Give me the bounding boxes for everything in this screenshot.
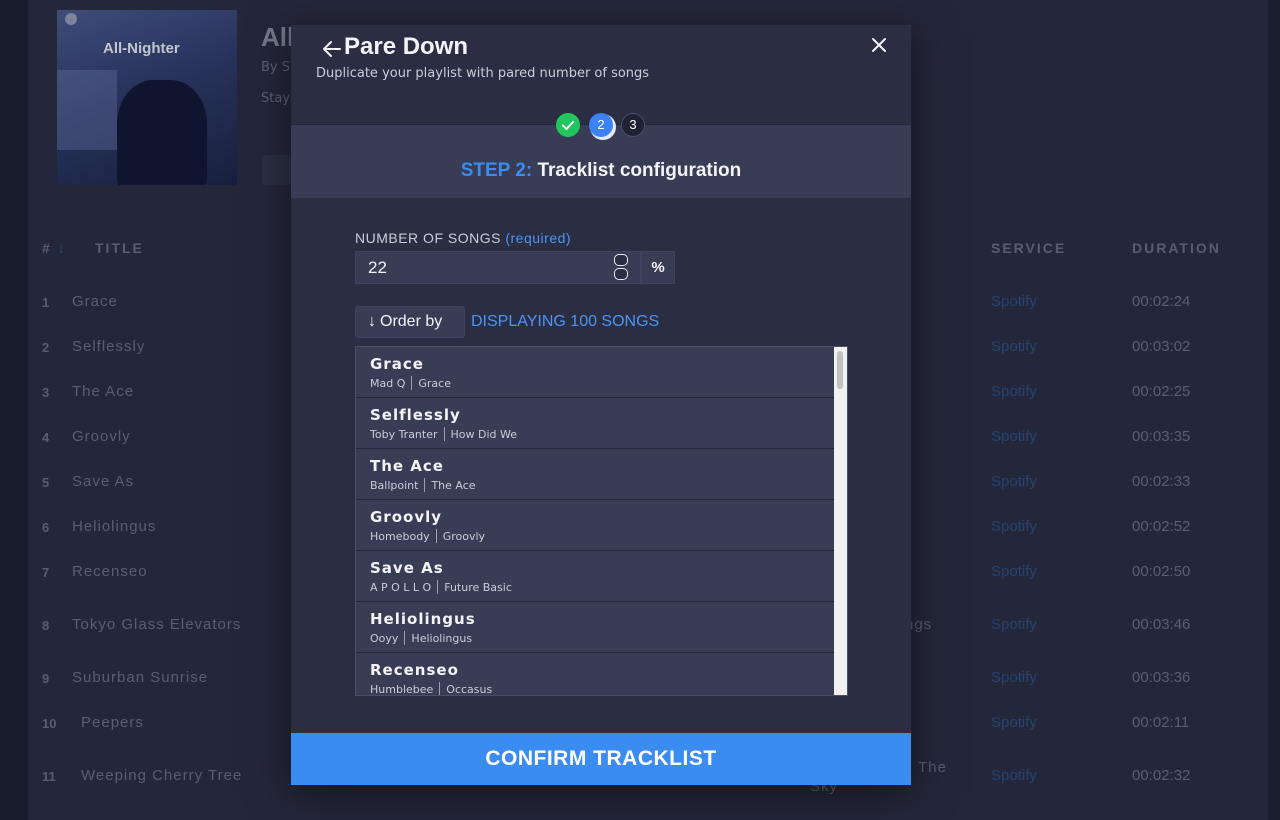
modal-header: Pare Down Duplicate your playlist with p…: [291, 25, 911, 124]
step-title: Tracklist configuration: [537, 160, 742, 181]
step-2-indicator: 2: [589, 113, 613, 137]
modal-title: Pare Down: [344, 33, 469, 60]
number-of-songs-label: NUMBER OF SONGS (required): [355, 230, 572, 246]
track-title: The Ace: [370, 457, 444, 475]
track-meta: Ooyy Heliolingus: [370, 631, 847, 645]
track-meta: Ballpoint The Ace: [370, 478, 847, 492]
step-heading: STEP 2: Tracklist configuration: [291, 160, 911, 182]
separator: [411, 376, 413, 390]
track-album: How Did We: [450, 428, 518, 441]
order-by-button[interactable]: ↓ Order by: [355, 306, 465, 338]
arrow-down-icon: ↓: [368, 313, 376, 330]
track-album: The Ace: [431, 479, 476, 492]
track-item[interactable]: Recenseo Humblebee Occasus: [356, 653, 847, 696]
separator: [404, 631, 406, 645]
track-artist: Homebody: [370, 530, 430, 543]
number-stepper[interactable]: [614, 254, 630, 280]
step-1-complete-check-icon: [556, 113, 580, 137]
track-album: Heliolingus: [411, 632, 473, 645]
track-meta: Mad Q Grace: [370, 376, 847, 390]
separator: [437, 580, 439, 594]
tracklist-scrollbar[interactable]: [834, 347, 847, 695]
scrollbar-thumb[interactable]: [837, 351, 843, 389]
track-item[interactable]: Heliolingus Ooyy Heliolingus: [356, 602, 847, 653]
tracklist[interactable]: Grace Mad Q Grace Selflessly Toby Tranter How…: [355, 346, 848, 696]
step-prefix: STEP 2:: [460, 160, 533, 181]
number-of-songs-input[interactable]: [355, 251, 641, 284]
track-title: Selflessly: [370, 406, 461, 424]
track-item[interactable]: Selflessly Toby Tranter How Did We: [356, 398, 847, 449]
back-arrow-icon[interactable]: [321, 38, 343, 60]
track-artist: Humblebee: [370, 683, 434, 696]
track-title: Heliolingus: [370, 610, 476, 628]
pare-down-modal: Pare Down Duplicate your playlist with p…: [291, 25, 911, 785]
step-progress: 2 3 STEP 2: Tracklist configuration: [291, 113, 911, 198]
percent-toggle-button[interactable]: %: [641, 251, 675, 284]
track-meta: Toby Tranter How Did We: [370, 427, 847, 441]
track-album: Grace: [418, 377, 451, 390]
track-item[interactable]: Save As A P O L L O Future Basic: [356, 551, 847, 602]
track-item[interactable]: Groovly Homebody Groovly: [356, 500, 847, 551]
track-album: Groovly: [442, 530, 486, 543]
modal-subtitle: Duplicate your playlist with pared numbe…: [316, 66, 650, 81]
close-icon[interactable]: [870, 36, 888, 54]
track-artist: Toby Tranter: [370, 428, 438, 441]
track-item[interactable]: Grace Mad Q Grace: [356, 347, 847, 398]
track-title: Grace: [370, 355, 424, 373]
increment-icon[interactable]: [614, 254, 628, 266]
track-album: Future Basic: [444, 581, 512, 594]
separator: [435, 529, 437, 543]
track-title: Recenseo: [370, 661, 459, 679]
track-meta: A P O L L O Future Basic: [370, 580, 847, 594]
displaying-count: DISPLAYING 100 SONGS: [471, 313, 660, 330]
track-artist: A P O L L O: [370, 581, 432, 594]
confirm-tracklist-button[interactable]: CONFIRM TRACKLIST: [291, 733, 911, 785]
separator: [439, 682, 441, 695]
track-artist: Mad Q: [370, 377, 406, 390]
separator: [443, 427, 445, 441]
track-title: Groovly: [370, 508, 443, 526]
step-3-indicator: 3: [621, 113, 645, 137]
track-item[interactable]: The Ace Ballpoint The Ace: [356, 449, 847, 500]
separator: [424, 478, 426, 492]
track-meta: Humblebee Occasus: [370, 682, 847, 696]
track-meta: Homebody Groovly: [370, 529, 847, 543]
decrement-icon[interactable]: [614, 268, 628, 280]
track-album: Occasus: [446, 683, 493, 696]
track-artist: Ooyy: [370, 632, 399, 645]
track-artist: Ballpoint: [370, 479, 419, 492]
required-label: (required): [505, 230, 572, 246]
track-title: Save As: [370, 559, 444, 577]
